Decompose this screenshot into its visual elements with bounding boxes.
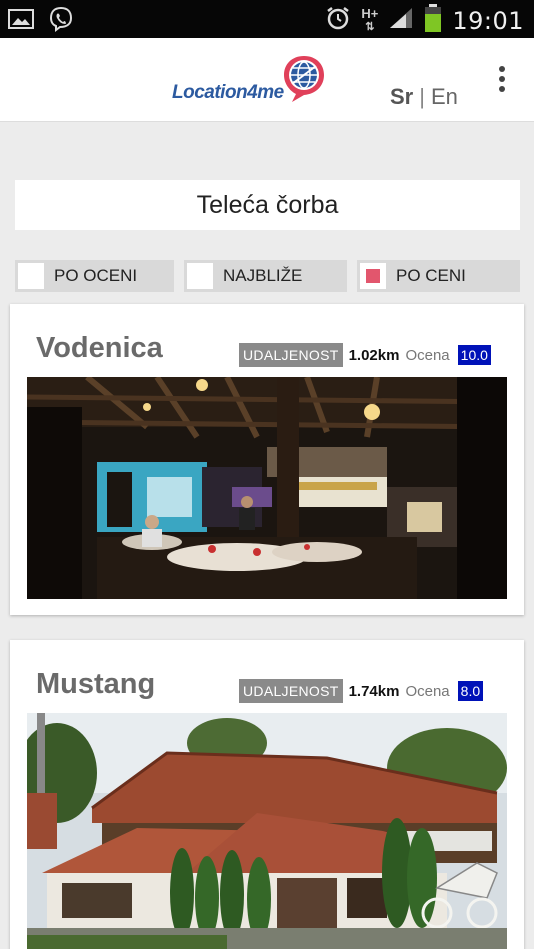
overflow-menu-button[interactable]	[498, 66, 506, 92]
restaurant-name: Vodenica	[36, 332, 163, 364]
sort-label: PO CENI	[396, 266, 466, 285]
sort-by-rating-button[interactable]: PO OCENI	[15, 260, 174, 292]
restaurant-meta: UDALJENOST 1.74km Ocena 8.0	[239, 679, 484, 703]
image-icon	[8, 8, 34, 35]
distance-value: 1.02km	[348, 346, 400, 364]
status-bar: H+ ⇅ 19:01	[0, 0, 534, 38]
sort-by-price-button[interactable]: PO CENI	[357, 260, 520, 292]
restaurant-photo[interactable]	[27, 377, 507, 599]
restaurant-photo[interactable]	[27, 713, 507, 949]
distance-badge: UDALJENOST	[239, 343, 343, 367]
language-switcher: Sr | En	[390, 84, 458, 110]
alarm-icon	[325, 5, 351, 36]
dot-icon	[499, 76, 505, 82]
app-logo[interactable]: Location4me	[172, 52, 332, 108]
lang-sr-link[interactable]: Sr	[390, 84, 413, 109]
lang-separator: |	[419, 84, 425, 109]
lang-en-link[interactable]: En	[431, 84, 458, 109]
sort-nearest-button[interactable]: NAJBLIŽE	[184, 260, 347, 292]
distance-badge: UDALJENOST	[239, 679, 343, 703]
sort-label: PO OCENI	[54, 266, 138, 285]
sort-options: PO OCENI NAJBLIŽE PO CENI	[15, 260, 520, 292]
checked-marker	[366, 269, 380, 283]
clock: 19:01	[452, 6, 524, 35]
dot-icon	[499, 86, 505, 92]
globe-pin-icon	[282, 54, 326, 109]
dot-icon	[499, 66, 505, 72]
sort-label: NAJBLIŽE	[223, 266, 303, 285]
rating-label: Ocena	[405, 346, 450, 364]
checkbox-checked[interactable]	[360, 263, 386, 289]
logo-text: Location4me	[172, 82, 284, 103]
battery-icon	[424, 4, 442, 37]
checkbox[interactable]	[18, 263, 44, 289]
restaurant-meta: UDALJENOST 1.02km Ocena 10.0	[239, 343, 491, 367]
network-type: H+ ⇅	[361, 6, 379, 33]
rating-badge: 10.0	[457, 345, 491, 365]
viber-icon	[48, 6, 74, 37]
rating-label: Ocena	[405, 682, 450, 700]
checkbox[interactable]	[187, 263, 213, 289]
search-query-title: Teleća čorba	[15, 180, 520, 230]
restaurant-name: Mustang	[36, 668, 156, 700]
restaurant-card[interactable]: Vodenica UDALJENOST 1.02km Ocena 10.0	[10, 304, 524, 615]
signal-icon	[388, 6, 414, 35]
app-header: Location4me Sr | En	[0, 38, 534, 122]
distance-value: 1.74km	[348, 682, 400, 700]
rating-badge: 8.0	[457, 681, 484, 701]
restaurant-card[interactable]: Mustang UDALJENOST 1.74km Ocena 8.0	[10, 640, 524, 949]
